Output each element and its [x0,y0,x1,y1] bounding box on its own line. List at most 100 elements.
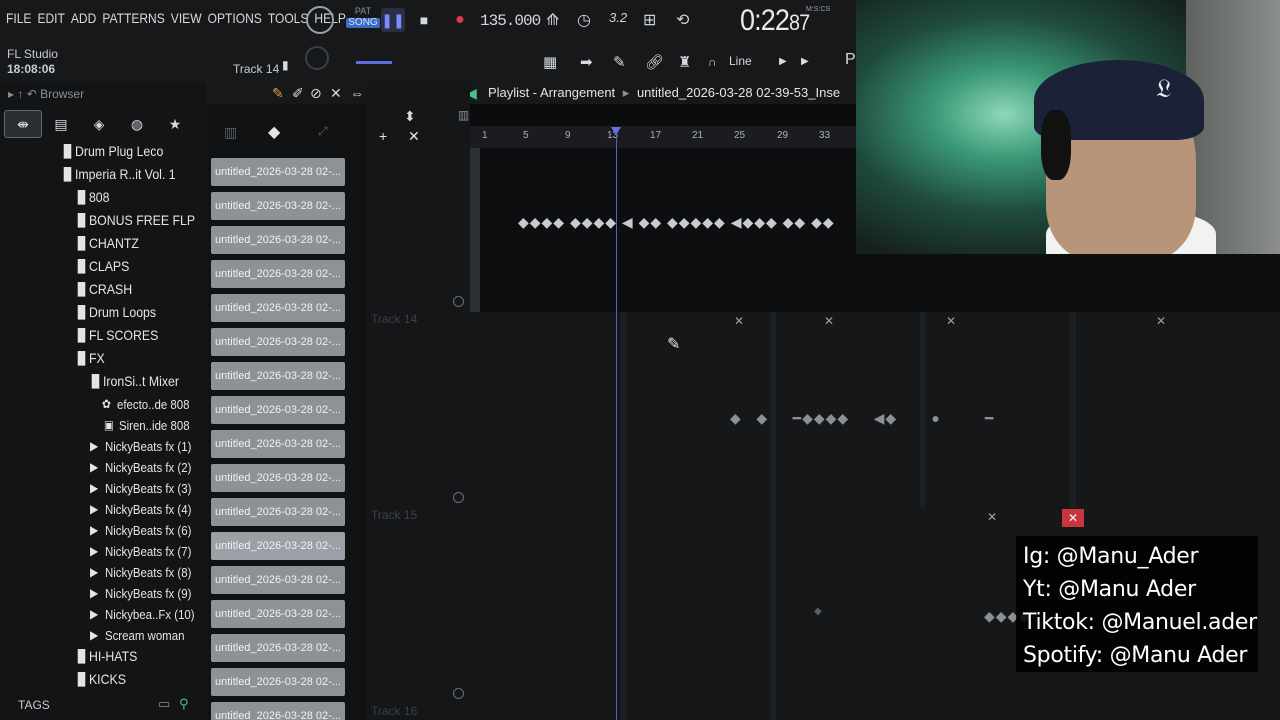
loop-record-icon[interactable]: ⟲ [676,10,689,30]
menu-edit[interactable]: EDIT [37,10,64,26]
audio-clip-waveform[interactable]: ◆ ◆ ━◆◆◆◆ ◀◆ ● ━ [730,410,994,427]
browser-item[interactable]: ▐▌ Imperia R..it Vol. 1 [60,163,176,185]
add-track-icon[interactable]: + [379,128,387,144]
clip-button[interactable]: untitled_2026-03-28 02-... [211,260,345,288]
track-15-label[interactable]: Track 15 [371,508,417,522]
browser-item[interactable]: ▶ NickyBeats fx (9) [90,582,191,604]
clip-button[interactable]: untitled_2026-03-28 02-... [211,668,345,696]
remove-icon[interactable]: ✕ [408,128,420,145]
automation-icon[interactable]: ⤢ [318,124,328,139]
tempo-display[interactable]: 135.000 [480,12,541,30]
clip-button[interactable]: untitled_2026-03-28 02-... [211,158,345,186]
typing-keyboard-icon[interactable]: ⊞ [643,10,656,30]
clip-button[interactable]: untitled_2026-03-28 02-... [211,634,345,662]
master-volume-knob[interactable] [306,6,334,34]
search-icon[interactable]: ⚲ [179,696,189,712]
browser-item[interactable]: ▶ NickyBeats fx (2) [90,456,191,478]
current-project-tab[interactable]: ▤ [42,110,80,138]
menu-view[interactable]: VIEW [171,10,202,26]
audio-clips-icon[interactable]: ◆ [268,122,280,142]
browser-item[interactable]: ▶ NickyBeats fx (1) [90,435,191,457]
audio-clip-waveform[interactable]: ◆◆◆◆ ◆◆◆◆ ◀ ◆◆ ◆◆◆◆◆ ◀◆◆◆ ◆◆ ◆◆ [518,214,835,231]
metronome-icon[interactable]: ⟰ [546,10,559,30]
track-14-mute-circle[interactable] [453,492,464,503]
track-15-mute-circle[interactable] [453,688,464,699]
mute-tool-icon[interactable]: ✕ [330,85,342,102]
browser-item[interactable]: ▐▌ FX [74,347,105,369]
clip-close-icon[interactable]: ✕ [824,314,834,328]
browser-item[interactable]: ▐▌ IronSi..t Mixer [88,370,179,392]
stamp-icon[interactable]: ♜ [678,53,691,71]
magnet-icon[interactable]: ∩ [708,55,717,69]
clip-button[interactable]: untitled_2026-03-28 02-... [211,294,345,322]
browser-item[interactable]: ▐▌ CHANTZ [74,232,139,254]
clip-button[interactable]: untitled_2026-03-28 02-... [211,430,345,458]
browser-item[interactable]: ▶ NickyBeats fx (6) [90,519,191,541]
browser-item[interactable]: ▐▌ BONUS FREE FLP [74,209,195,231]
browser-item[interactable]: ▐▌ CRASH [74,278,132,300]
clip-button[interactable]: untitled_2026-03-28 02-... [211,566,345,594]
browser-item[interactable]: ✿ efecto..de 808 [102,393,189,415]
browser-item[interactable]: ▐▌ Drum Plug Leco [60,140,163,162]
favorites-tab[interactable]: ★ [156,110,194,138]
clip-close-icon[interactable]: ✕ [987,510,997,524]
track-14-lane[interactable]: ✕ ✕ ✕ ✕ ◆ ◆ ━◆◆◆◆ ◀◆ ● ━ ✎ [470,312,1280,508]
link-icon[interactable]: 🔗︎ [645,53,664,71]
brush-tool-icon[interactable]: ✐ [292,85,304,102]
pause-button[interactable]: ❚❚ [381,8,405,32]
plugin-icon[interactable]: ✎ [613,53,626,71]
piano-icon[interactable]: ▦ [543,53,557,71]
clip-button[interactable]: untitled_2026-03-28 02-... [211,362,345,390]
browser-item[interactable]: ▶ NickyBeats fx (7) [90,540,191,562]
clip-button[interactable]: untitled_2026-03-28 02-... [211,600,345,628]
snap-mode[interactable]: Line [729,54,752,68]
delete-clip-icon[interactable]: ✕ [1062,509,1084,527]
track-14-label[interactable]: Track 14 [371,312,417,326]
keyboard-icon[interactable]: ▥ [458,108,469,122]
browser-item[interactable]: ▶ NickyBeats fx (3) [90,477,191,499]
step-display[interactable]: 3.2 [609,10,627,25]
browser-item[interactable]: ▐▌ HI-HATS [74,645,137,667]
browser-item[interactable]: ▐▌ 808 [74,186,110,208]
browser-item[interactable]: ▣ Siren..ide 808 [104,414,190,436]
browser-item[interactable]: ▶ NickyBeats fx (8) [90,561,191,583]
zoom-vertical-icon[interactable]: ⬍ [404,108,416,125]
delete-tool-icon[interactable]: ⊘ [310,85,322,102]
browser-item[interactable]: ▐▌ FL SCORES [74,324,158,346]
folder-icon[interactable]: ▭ [158,696,170,712]
track-16-label[interactable]: Track 16 [371,704,417,718]
track-13-mute-circle[interactable] [453,296,464,307]
browser-item[interactable]: ▐▌ KICKS [74,668,126,690]
stop-button[interactable]: ■ [412,8,436,32]
clip-button[interactable]: untitled_2026-03-28 02-... [211,702,345,720]
countdown-icon[interactable]: ◷ [577,10,591,30]
clip-button[interactable]: untitled_2026-03-28 02-... [211,498,345,526]
clip-close-icon[interactable]: ✕ [1156,314,1166,328]
pencil-tool-icon[interactable]: ✎ [272,85,284,102]
menu-patterns[interactable]: PATTERNS [102,10,164,26]
plugin-database-tab[interactable]: ◈ [80,110,118,138]
online-tab[interactable]: ◍ [118,110,156,138]
menu-add[interactable]: ADD [71,10,96,26]
clip-button[interactable]: untitled_2026-03-28 02-... [211,464,345,492]
clip-close-icon[interactable]: ✕ [734,314,744,328]
slip-tool-icon[interactable]: ⇔ [350,85,364,101]
browser-item[interactable]: ▐▌ Drum Loops [74,301,156,323]
browser-item[interactable]: ▶ Scream woman [90,624,184,646]
pat-song-toggle[interactable]: PAT SONG [346,6,380,34]
timeline-ruler[interactable]: 1 5 9 13 17 21 25 29 33 [470,126,856,148]
clip-button[interactable]: untitled_2026-03-28 02-... [211,396,345,424]
audio-clip-waveform[interactable]: ◆ [814,606,823,617]
browser-item[interactable]: ▶ NickyBeats fx (4) [90,498,191,520]
snap-arrow-icon[interactable]: ▶ [779,56,787,67]
clip-button[interactable]: untitled_2026-03-28 02-... [211,226,345,254]
clip-button[interactable]: untitled_2026-03-28 02-... [211,532,345,560]
menu-options[interactable]: OPTIONS [208,10,262,26]
menu-file[interactable]: FILE [6,10,31,26]
clip-button[interactable]: untitled_2026-03-28 02-... [211,328,345,356]
arrow-right-icon[interactable]: ➡ [580,53,593,71]
pitch-slider[interactable] [356,61,392,64]
all-tab[interactable]: ⇼ [4,110,42,138]
channel-knob[interactable] [305,46,329,70]
clip-close-icon[interactable]: ✕ [946,314,956,328]
